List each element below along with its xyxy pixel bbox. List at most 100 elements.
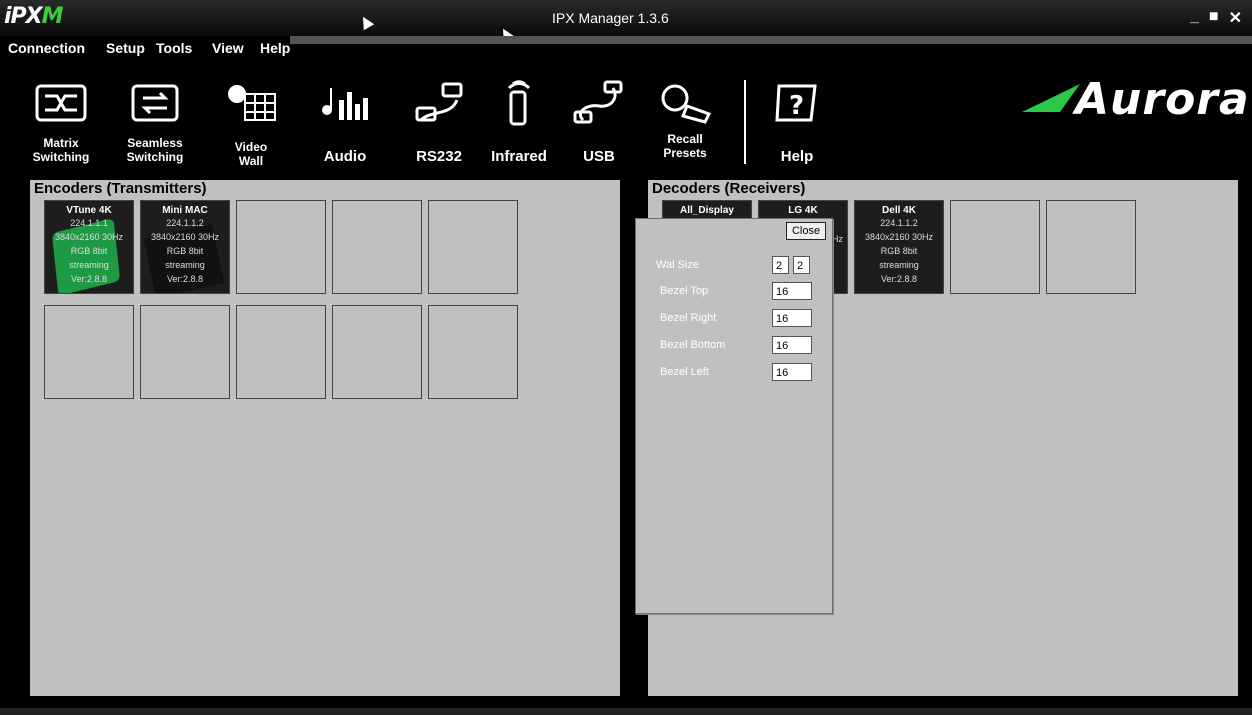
tool-label: Recall xyxy=(667,132,703,146)
bezel-right-label: Bezel Right xyxy=(660,312,717,324)
menu-view[interactable]: View xyxy=(212,40,244,56)
video-wall-button[interactable]: Video Wall xyxy=(206,68,296,174)
encoders-panel: Encoders (Transmitters) VTune 4K 224.1.1… xyxy=(30,180,620,696)
infrared-icon xyxy=(507,80,531,126)
device-version: Ver:2.8.8 xyxy=(70,274,108,284)
encoder-tile[interactable]: VTune 4K 224.1.1.1 3840x2160 30Hz RGB 8b… xyxy=(44,200,134,294)
tool-label: Switching xyxy=(126,150,184,164)
matrix-switching-button[interactable]: Matrix Switching xyxy=(16,68,106,174)
device-name: VTune 4K xyxy=(66,205,112,216)
logo-prefix: iPX xyxy=(4,4,43,29)
recall-presets-button[interactable]: Recall Presets xyxy=(640,68,730,174)
maximize-button[interactable]: ■ xyxy=(1209,8,1219,28)
menu-help[interactable]: Help xyxy=(260,40,290,56)
rs232-icon xyxy=(415,82,463,122)
device-ip: 224.1.1.2 xyxy=(880,218,918,228)
seamless-switching-icon xyxy=(131,84,179,122)
bezel-bottom-label: Bezel Bottom xyxy=(660,339,726,351)
help-button[interactable]: ? Help xyxy=(752,68,842,174)
empty-slot[interactable] xyxy=(236,200,326,294)
tool-label: Video xyxy=(234,140,268,154)
device-name: Dell 4K xyxy=(882,205,916,216)
wall-rows-input[interactable]: 2 xyxy=(793,256,810,274)
device-resolution: 3840x2160 30Hz xyxy=(54,232,124,242)
ipxm-logo: iPXM xyxy=(4,4,64,29)
device-color: RGB 8bit xyxy=(880,246,918,256)
infrared-button[interactable]: Infrared xyxy=(474,68,564,174)
decoders-title: Decoders (Receivers) xyxy=(652,180,806,197)
empty-slot[interactable] xyxy=(44,305,134,399)
device-ip: 224.1.1.1 xyxy=(70,218,108,228)
device-name: All_Display xyxy=(680,205,734,216)
minimize-button[interactable]: _ xyxy=(1190,8,1199,28)
bezel-right-input[interactable]: 16 xyxy=(772,309,812,327)
empty-slot[interactable] xyxy=(950,200,1040,294)
usb-icon xyxy=(573,80,623,124)
device-name: LG 4K xyxy=(788,205,818,216)
close-window-button[interactable]: ✕ xyxy=(1229,8,1242,28)
tool-label: Audio xyxy=(323,148,367,165)
usb-button[interactable]: USB xyxy=(554,68,644,174)
logo-suffix: M xyxy=(41,4,64,29)
toolbar-divider xyxy=(744,80,746,164)
bezel-bottom-input[interactable]: 16 xyxy=(772,336,812,354)
brand-text: Aurora xyxy=(1075,74,1250,125)
help-icon: ? xyxy=(775,84,817,122)
empty-slot[interactable] xyxy=(332,305,422,399)
tool-label: Presets xyxy=(663,146,707,160)
empty-slot[interactable] xyxy=(428,200,518,294)
tool-label: Switching xyxy=(32,150,90,164)
bezel-left-label: Bezel Left xyxy=(660,366,709,378)
device-resolution: 3840x2160 30Hz xyxy=(150,232,220,242)
decoder-tile[interactable]: Dell 4K 224.1.1.2 3840x2160 30Hz RGB 8bi… xyxy=(854,200,944,294)
empty-slot[interactable] xyxy=(332,200,422,294)
device-state: streaming xyxy=(879,260,919,270)
bezel-top-input[interactable]: 16 xyxy=(772,282,812,300)
status-bar xyxy=(0,708,1252,715)
svg-text:?: ? xyxy=(789,91,804,121)
encoder-tile[interactable]: Mini MAC 224.1.1.2 3840x2160 30Hz RGB 8b… xyxy=(140,200,230,294)
device-state: streaming xyxy=(69,260,109,270)
device-color: RGB 8bit xyxy=(70,246,108,256)
rs232-button[interactable]: RS232 xyxy=(394,68,484,174)
menu-tools[interactable]: Tools xyxy=(156,40,192,56)
wall-size-label: Wal Size xyxy=(656,259,699,271)
empty-slot[interactable] xyxy=(1046,200,1136,294)
tool-label: Infrared xyxy=(491,148,547,165)
device-resolution: 3840x2160 30Hz xyxy=(864,232,934,242)
aurora-logo: Aurora xyxy=(1020,72,1249,132)
menu-connection[interactable]: Connection xyxy=(8,40,85,56)
audio-icon xyxy=(322,88,368,120)
encoders-title: Encoders (Transmitters) xyxy=(34,180,207,197)
device-ip: 224.1.1.2 xyxy=(166,218,204,228)
tool-label: Seamless xyxy=(127,136,183,150)
matrix-switching-icon xyxy=(35,84,87,122)
audio-button[interactable]: Audio xyxy=(300,68,390,174)
menu-strip xyxy=(290,36,1252,44)
device-state: streaming xyxy=(165,260,205,270)
device-version: Ver:2.8.8 xyxy=(880,274,918,284)
tool-label: RS232 xyxy=(416,148,462,165)
bezel-left-input[interactable]: 16 xyxy=(772,363,812,381)
tool-label: Wall xyxy=(238,154,264,168)
recall-presets-icon xyxy=(661,84,712,124)
video-wall-dialog: Close Wal Size 2 2 Bezel Top 16 Bezel Ri… xyxy=(635,218,833,614)
empty-slot[interactable] xyxy=(428,305,518,399)
window-controls: _ ■ ✕ xyxy=(1190,8,1242,28)
device-name: Mini MAC xyxy=(162,205,208,216)
window-title: IPX Manager 1.3.6 xyxy=(552,10,669,26)
close-button[interactable]: Close xyxy=(786,222,826,240)
menu-setup[interactable]: Setup xyxy=(106,40,145,56)
seamless-switching-button[interactable]: Seamless Switching xyxy=(110,68,200,174)
video-wall-icon xyxy=(228,85,276,121)
bezel-top-label: Bezel Top xyxy=(660,285,709,297)
empty-slot[interactable] xyxy=(236,305,326,399)
title-bar: iPXM IPX Manager 1.3.6 _ ■ ✕ xyxy=(0,0,1252,36)
empty-slot[interactable] xyxy=(140,305,230,399)
wall-columns-input[interactable]: 2 xyxy=(772,256,789,274)
tool-label: Help xyxy=(780,148,814,165)
menu-bar: Connection Setup Tools View Help xyxy=(0,36,1252,58)
device-version: Ver:2.8.8 xyxy=(166,274,204,284)
tool-label: Matrix xyxy=(43,136,79,150)
tool-label: USB xyxy=(583,148,615,165)
